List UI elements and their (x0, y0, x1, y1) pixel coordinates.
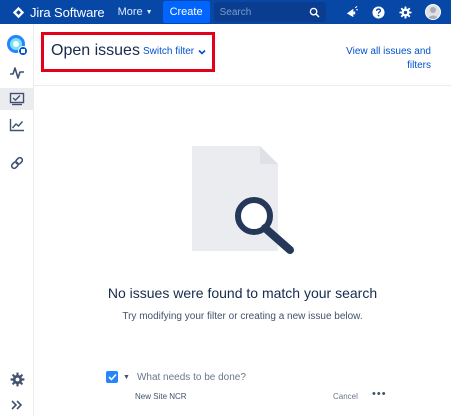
settings-icon[interactable] (398, 5, 412, 19)
empty-state-subtitle: Try modifying your filter or creating a … (122, 311, 363, 322)
issue-type-icon[interactable] (106, 371, 118, 383)
project-label: New Site NCR (135, 392, 187, 401)
switch-filter-button[interactable]: Switch filter (143, 46, 206, 57)
top-navigation-bar: Jira Software More ▼ Create (0, 0, 451, 24)
empty-search-illustration (190, 146, 300, 256)
user-avatar-icon[interactable] (425, 4, 441, 20)
top-icon-group (344, 0, 441, 24)
board-icon[interactable] (0, 88, 34, 110)
cancel-button[interactable]: Cancel (333, 392, 358, 401)
more-label: More (117, 6, 143, 18)
project-sidebar (0, 24, 34, 416)
switch-filter-label: Switch filter (143, 46, 195, 57)
issue-summary-input[interactable] (136, 371, 287, 383)
help-icon[interactable] (371, 5, 385, 19)
jira-logo[interactable]: Jira Software (12, 0, 105, 24)
activity-icon[interactable] (0, 62, 34, 84)
project-avatar-icon[interactable] (6, 34, 28, 56)
search-input[interactable] (219, 6, 300, 18)
expand-icon[interactable] (0, 394, 34, 416)
more-menu[interactable]: More ▼ (118, 6, 153, 18)
chevron-down-icon (198, 49, 206, 55)
reports-icon[interactable] (0, 114, 34, 136)
more-options-button[interactable]: ••• (372, 388, 387, 400)
jira-logo-icon (12, 6, 25, 18)
search-box[interactable] (213, 2, 326, 22)
page-title: Open issues (51, 42, 140, 59)
search-icon[interactable] (309, 7, 320, 18)
notifications-icon[interactable] (344, 5, 358, 19)
chevron-down-icon: ▼ (145, 8, 153, 16)
inline-issue-create: ▼ (106, 371, 287, 383)
product-name: Jira Software (30, 4, 105, 20)
empty-state-title: No issues were found to match your searc… (107, 285, 378, 301)
settings-icon[interactable] (0, 368, 34, 390)
chevron-down-icon[interactable]: ▼ (123, 374, 130, 381)
link-icon[interactable] (0, 152, 34, 174)
create-button[interactable]: Create (162, 1, 210, 23)
view-all-issues-link[interactable]: View all issues and filters (331, 45, 431, 73)
